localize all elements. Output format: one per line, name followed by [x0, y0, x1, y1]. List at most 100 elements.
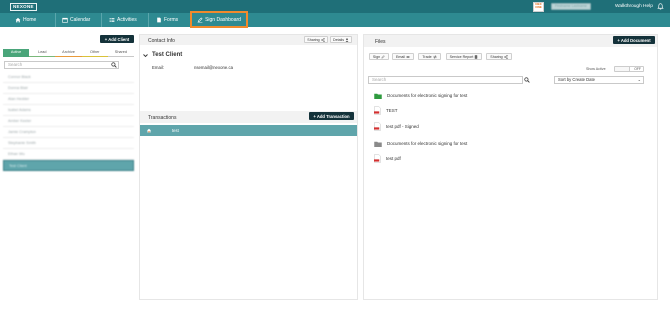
show-active-label: Show Active: [586, 67, 606, 71]
folder-icon: [374, 93, 382, 99]
search-icon[interactable]: [524, 77, 530, 83]
file-name: TEST: [386, 108, 398, 113]
show-active-toggle[interactable]: OFF: [614, 66, 644, 72]
share-icon: [321, 37, 325, 42]
nav-forms-label: Forms: [164, 17, 179, 23]
walkthrough-link[interactable]: Walkthrough: [615, 3, 642, 10]
transaction-row[interactable]: test: [140, 125, 357, 136]
pdf-icon: [374, 122, 381, 131]
client-list: Connor Black Donna Blair Alan Hedder Isa…: [3, 72, 134, 171]
file-item[interactable]: Documents for electronic signing for tes…: [374, 91, 467, 100]
contact-name: Test Client: [152, 52, 183, 58]
folder-icon: [374, 141, 382, 147]
client-tabs: Active Lead Archive Other Shared: [3, 49, 135, 57]
client-row[interactable]: Alan Hedder: [3, 94, 134, 105]
pdf-icon: [374, 154, 381, 163]
user-menu[interactable]: Firstname Lastname: [551, 3, 591, 10]
details-label: Details: [333, 37, 344, 42]
pdf-icon: [374, 106, 381, 115]
files-sharing-label: Sharing: [490, 54, 503, 59]
exchange-icon: [433, 54, 437, 59]
service-report-button[interactable]: Service Report: [446, 53, 482, 60]
eye-icon: [406, 55, 410, 58]
trade-button[interactable]: Trade: [418, 53, 441, 60]
tab-archive[interactable]: Archive: [55, 49, 82, 57]
nav-home[interactable]: Home: [15, 13, 36, 27]
chevron-down-icon[interactable]: [143, 53, 148, 58]
file-item[interactable]: test pdf: [374, 154, 401, 163]
client-row[interactable]: Stephanie Smith: [3, 138, 134, 149]
sharing-label: Sharing: [307, 37, 320, 42]
email-button[interactable]: Email: [392, 53, 414, 60]
files-title: Files: [375, 38, 386, 45]
nav-activities[interactable]: Activities: [109, 13, 137, 27]
email-button-label: Email: [396, 54, 405, 59]
service-report-label: Service Report: [449, 54, 474, 59]
sort-select[interactable]: Sort by Create Date ⌄: [554, 76, 644, 84]
file-name: Documents for electronic signing for tes…: [387, 141, 468, 146]
trade-label: Trade: [422, 54, 432, 59]
file-item[interactable]: test pdf - Signed: [374, 122, 419, 131]
nexone-logo[interactable]: NEXONE: [10, 3, 37, 11]
file-name: test pdf - Signed: [386, 124, 419, 129]
files-sharing-button[interactable]: Sharing: [486, 53, 512, 60]
sign-label: Sign: [372, 54, 381, 59]
chevron-down-icon: ⌄: [637, 77, 641, 82]
brand-logo: NEX ONE: [533, 2, 544, 12]
transaction-name: test: [172, 128, 179, 133]
contact-details-button[interactable]: Details: [330, 36, 352, 43]
contact-panel: [139, 34, 358, 300]
home-icon: [15, 17, 21, 23]
toggle-state: OFF: [634, 67, 641, 71]
help-link[interactable]: Help: [643, 3, 653, 10]
client-row[interactable]: Donna Blair: [3, 83, 134, 94]
contact-title: Contact Info: [148, 37, 175, 44]
top-bar: NEXONE NEX ONE Firstname Lastname Walkth…: [0, 0, 670, 13]
nav-calendar[interactable]: Calendar: [62, 13, 90, 27]
main-nav: Home Calendar Activities Forms: [0, 13, 670, 27]
document-icon: [157, 17, 161, 23]
pen-icon: [197, 17, 203, 23]
files-panel: [363, 34, 658, 300]
nav-sign-dashboard[interactable]: Sign Dashboard: [190, 11, 248, 28]
brand-logo-line-2: ONE: [535, 5, 542, 10]
file-item[interactable]: TEST: [374, 106, 398, 115]
sort-value: Sort by Create Date: [558, 77, 596, 82]
tab-shared[interactable]: Shared: [107, 49, 135, 57]
report-icon: [475, 54, 478, 59]
nav-divider: [101, 13, 102, 27]
client-row[interactable]: Jamie Crampton: [3, 127, 134, 138]
list-icon: [109, 18, 115, 22]
add-client-button[interactable]: + Add Client: [100, 35, 134, 43]
nav-activities-label: Activities: [117, 17, 137, 23]
client-row-selected[interactable]: Test Client: [3, 160, 134, 171]
tab-active[interactable]: Active: [3, 49, 30, 57]
add-document-button[interactable]: + Add Document: [613, 36, 655, 44]
add-transaction-button[interactable]: + Add Transaction: [309, 112, 354, 120]
file-name: test pdf: [386, 156, 401, 161]
client-row[interactable]: Ethan Wu: [3, 149, 134, 160]
nav-calendar-label: Calendar: [70, 17, 91, 23]
client-search-input[interactable]: Search: [4, 61, 119, 69]
contact-email[interactable]: nsemail@nexone.ca: [194, 65, 233, 70]
toggle-knob: [615, 67, 630, 71]
contact-sharing-button[interactable]: Sharing: [304, 36, 328, 43]
tab-other[interactable]: Other: [81, 49, 108, 57]
file-name: Documents for electronic signing for tes…: [387, 93, 468, 98]
files-search-input[interactable]: Search: [368, 76, 523, 84]
email-label: Email:: [152, 65, 164, 70]
transactions-title: Transactions: [148, 114, 177, 121]
client-row[interactable]: Isabel Adams: [3, 105, 134, 116]
file-item[interactable]: Documents for electronic signing for tes…: [374, 139, 467, 148]
client-row[interactable]: Connor Black: [3, 72, 134, 83]
bell-icon[interactable]: [657, 3, 664, 10]
sign-button[interactable]: Sign: [369, 53, 389, 60]
client-row[interactable]: Amber Keeler: [3, 116, 134, 127]
tab-lead[interactable]: Lead: [29, 49, 56, 57]
share-icon: [504, 54, 508, 59]
calendar-icon: [62, 17, 68, 23]
pen-icon: [381, 54, 385, 58]
nav-forms[interactable]: Forms: [156, 13, 178, 27]
search-icon[interactable]: [111, 62, 117, 68]
home-icon: [147, 128, 151, 133]
